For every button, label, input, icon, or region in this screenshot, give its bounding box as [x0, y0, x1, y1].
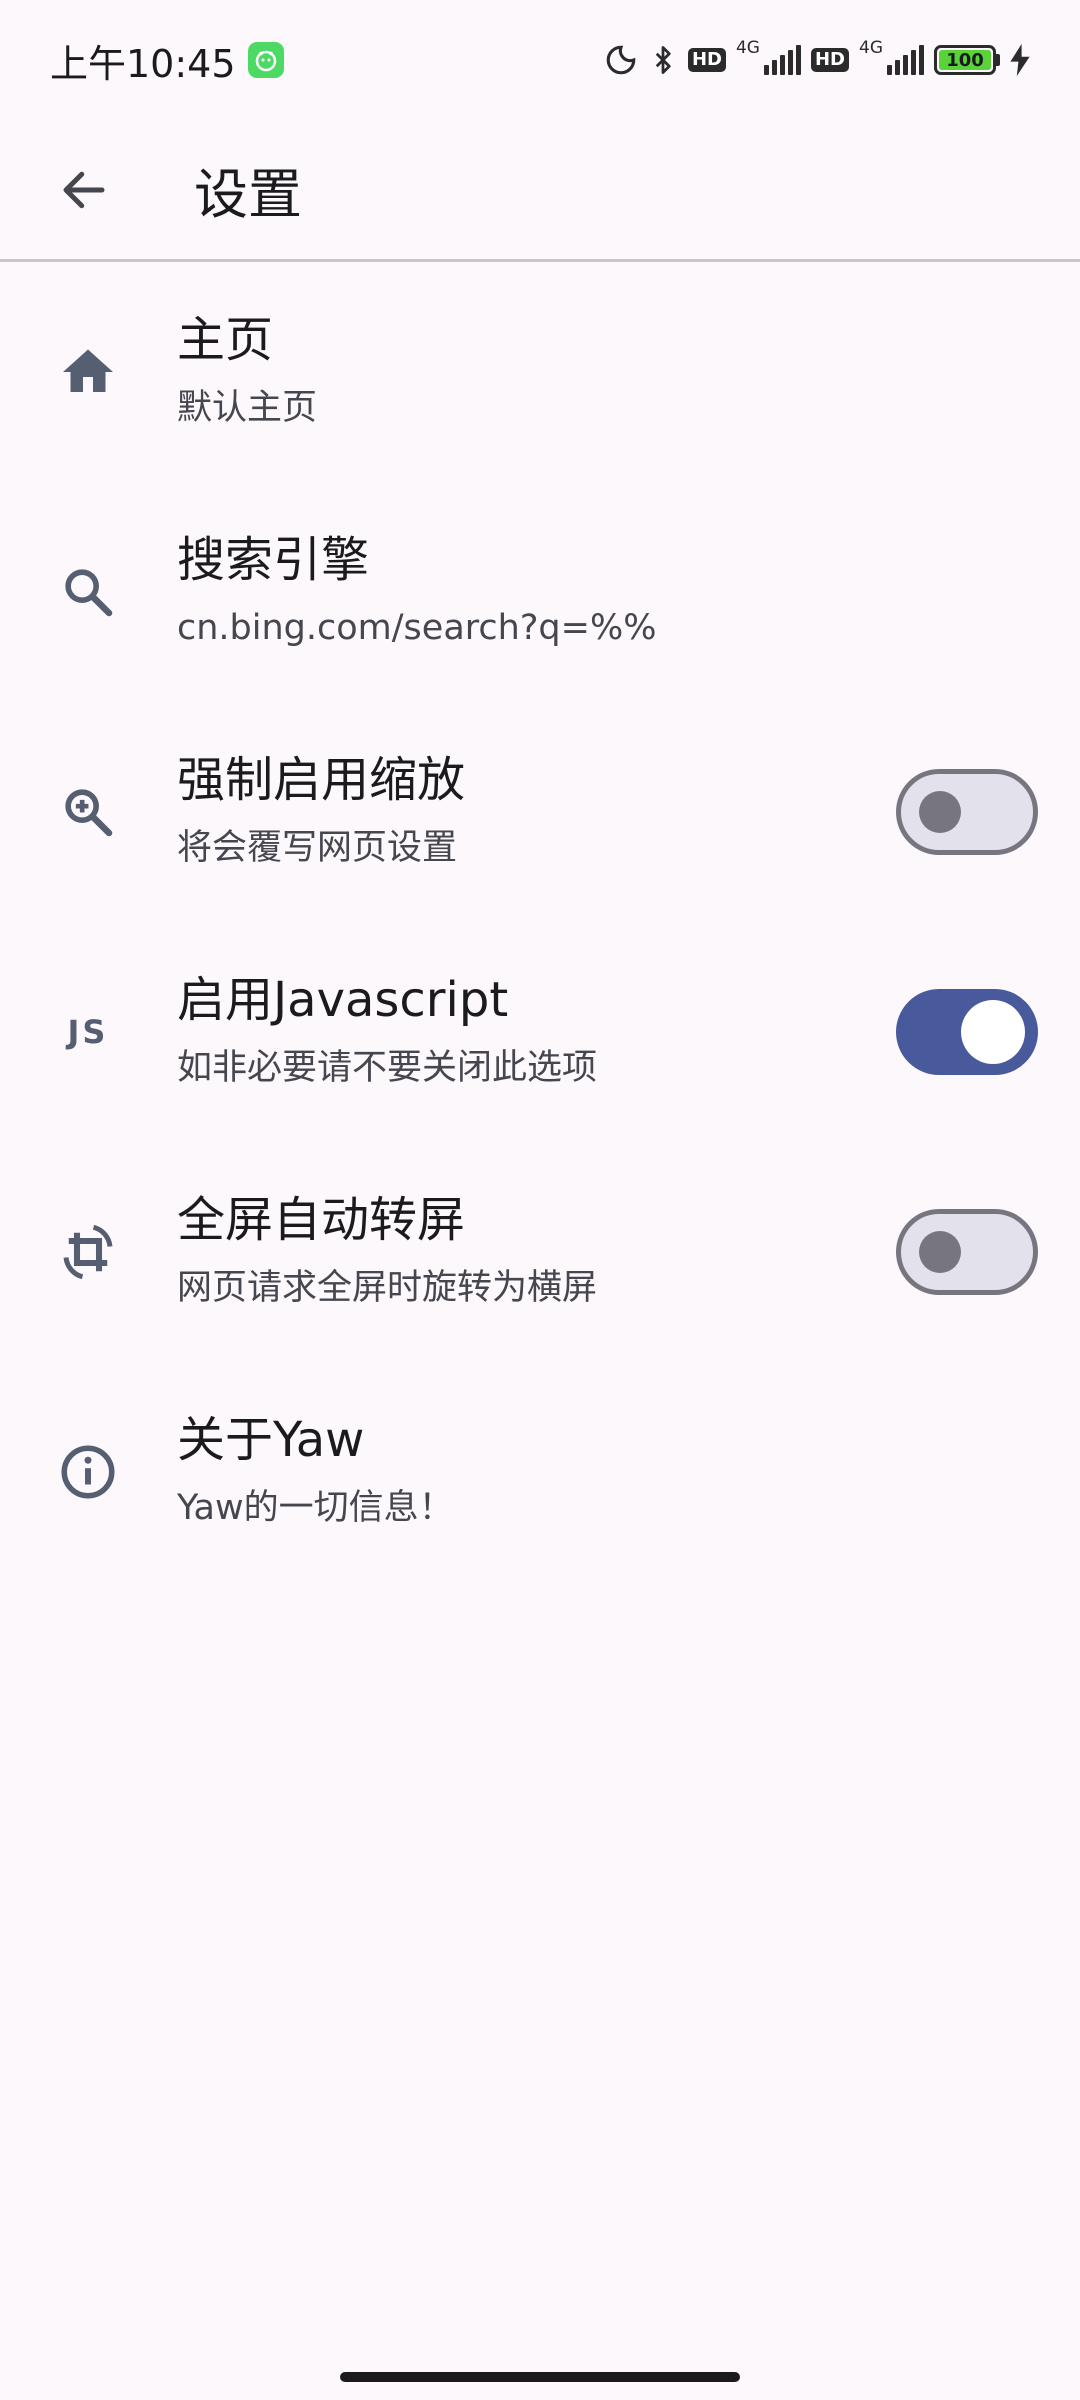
setting-title: 全屏自动转屏	[177, 1192, 466, 1248]
battery-level: 100	[939, 50, 991, 71]
network-type-2: 4G	[859, 38, 883, 58]
hd-badge-2: HD	[810, 48, 849, 72]
fullscreen-rotate-toggle[interactable]	[896, 1209, 1038, 1295]
home-icon	[48, 332, 128, 412]
arrow-back-icon	[63, 171, 105, 208]
status-time: 上午10:45	[50, 41, 236, 86]
notification-app-icon	[247, 42, 284, 78]
gesture-home-indicator[interactable]	[340, 2372, 740, 2382]
network-type-1: 4G	[735, 38, 760, 58]
toggle-thumb	[961, 1000, 1025, 1064]
setting-javascript[interactable]: JS 启用Javascript 如非必要请不要关闭此选项	[0, 922, 1080, 1142]
battery-icon: 100	[934, 45, 1000, 75]
force-zoom-toggle[interactable]	[896, 769, 1038, 855]
toggle-thumb	[919, 791, 961, 833]
signal-strength-2-icon	[887, 45, 924, 75]
info-icon	[48, 1432, 128, 1512]
page-title: 设置	[194, 163, 302, 226]
back-button[interactable]	[30, 136, 138, 244]
setting-subtitle: cn.bing.com/search?q=%%	[177, 608, 657, 648]
setting-subtitle: 将会覆写网页设置	[177, 828, 458, 868]
setting-homepage[interactable]: 主页 默认主页	[0, 262, 1080, 482]
setting-force-zoom[interactable]: 强制启用缩放 将会覆写网页设置	[0, 702, 1080, 922]
status-bar: 上午10:45 HD 4G HD 4G 100	[0, 0, 1080, 120]
setting-subtitle: 如非必要请不要关闭此选项	[177, 1048, 598, 1088]
bluetooth-icon	[648, 42, 678, 78]
setting-title: 强制启用缩放	[177, 752, 466, 808]
do-not-disturb-moon-icon	[604, 43, 638, 77]
settings-list: 主页 默认主页 搜索引擎 cn.bing.com/search?q=%% 强制启…	[0, 262, 1080, 1582]
top-app-bar: 设置	[0, 120, 1080, 262]
setting-title: 主页	[177, 312, 274, 368]
setting-title: 关于Yaw	[177, 1412, 365, 1468]
setting-title: 搜索引擎	[177, 532, 370, 588]
settings-screen: 上午10:45 HD 4G HD 4G 100 设置 主页 默认主页 搜索引擎 …	[0, 0, 1080, 2400]
setting-search-engine[interactable]: 搜索引擎 cn.bing.com/search?q=%%	[0, 482, 1080, 702]
search-icon	[48, 552, 128, 632]
setting-subtitle: 默认主页	[177, 388, 318, 428]
signal-strength-1-icon	[763, 45, 801, 75]
hd-badge-1: HD	[687, 48, 726, 72]
setting-subtitle: 网页请求全屏时旋转为横屏	[177, 1268, 598, 1308]
zoom-in-icon	[48, 772, 128, 852]
charging-bolt-icon	[1010, 44, 1030, 76]
javascript-toggle[interactable]	[896, 989, 1038, 1075]
setting-title: 启用Javascript	[177, 972, 509, 1028]
screen-rotation-icon	[48, 1212, 128, 1292]
setting-subtitle: Yaw的一切信息！	[177, 1488, 454, 1528]
toggle-thumb	[919, 1231, 961, 1273]
setting-fullscreen-rotate[interactable]: 全屏自动转屏 网页请求全屏时旋转为横屏	[0, 1142, 1080, 1362]
setting-about[interactable]: 关于Yaw Yaw的一切信息！	[0, 1362, 1080, 1582]
javascript-icon-label: JS	[67, 1013, 109, 1051]
javascript-icon: JS	[48, 992, 128, 1072]
